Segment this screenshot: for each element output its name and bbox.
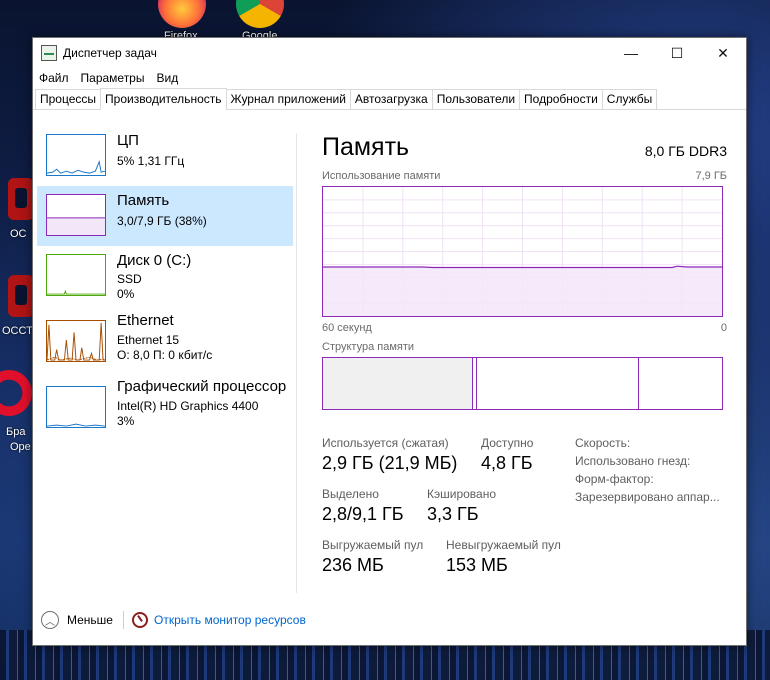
window-controls: — ☐ ✕: [608, 38, 746, 68]
firefox-icon[interactable]: [158, 0, 206, 28]
resource-name: Графический процессор: [117, 378, 287, 395]
desktop-label: ОС: [10, 228, 27, 240]
in-use-label: Используется (сжатая): [322, 436, 449, 450]
graph-time-right: 0: [720, 322, 727, 334]
tab-users[interactable]: Пользователи: [431, 89, 521, 109]
footer-bar: ︿ Меньше Открыть монитор ресурсов: [33, 595, 746, 645]
gpu-thumbnail: [46, 386, 106, 428]
chrome-icon[interactable]: [236, 0, 284, 28]
usage-graph-max: 7,9 ГБ: [695, 170, 727, 182]
minimize-button[interactable]: —: [608, 38, 654, 68]
hardware-reserved-label: Зарезервировано аппар...: [575, 490, 720, 504]
resource-detail: Ethernet 15: [117, 333, 180, 347]
panel-splitter[interactable]: [296, 133, 297, 593]
resource-name: ЦП: [117, 132, 139, 149]
available-value: 4,8 ГБ: [481, 453, 533, 473]
tab-services[interactable]: Службы: [601, 89, 658, 109]
form-factor-label: Форм-фактор:: [575, 472, 654, 486]
resource-detail: Intel(R) HD Graphics 4400: [117, 399, 259, 413]
graph-usage-area: [323, 266, 722, 316]
cached-value: 3,3 ГБ: [427, 504, 479, 524]
resource-item-ethernet[interactable]: Ethernet Ethernet 15 О: 8,0 П: 0 кбит/с: [37, 312, 293, 372]
resource-name: Диск 0 (C:): [117, 252, 192, 269]
tab-bar: Процессы Производительность Журнал прило…: [33, 88, 746, 110]
footer-divider: [122, 611, 124, 629]
tab-details[interactable]: Подробности: [519, 89, 603, 109]
resource-name: Память: [117, 192, 170, 209]
resource-item-disk[interactable]: Диск 0 (C:) SSD 0%: [37, 246, 293, 306]
paged-pool-label: Выгружаемый пул: [322, 538, 424, 552]
resource-item-gpu[interactable]: Графический процессор Intel(R) HD Graphi…: [37, 378, 293, 438]
tab-startup[interactable]: Автозагрузка: [349, 89, 433, 109]
in-use-value: 2,9 ГБ (21,9 МБ): [322, 453, 458, 473]
resource-item-cpu[interactable]: ЦП 5% 1,31 ГГц: [37, 126, 293, 186]
tab-performance[interactable]: Производительность: [100, 88, 227, 110]
menu-bar: Файл Параметры Вид: [33, 68, 746, 88]
nonpaged-pool-value: 153 МБ: [446, 555, 508, 575]
memory-spec: 8,0 ГБ DDR3: [644, 143, 727, 159]
opera-icon[interactable]: [0, 370, 32, 416]
task-manager-icon: [41, 45, 57, 61]
resource-name: Ethernet: [117, 312, 174, 329]
composition-in-use: [323, 358, 473, 409]
resource-detail: SSD: [117, 272, 142, 286]
resource-list: ЦП 5% 1,31 ГГц Память 3,0/7,9 ГБ (38%) Д…: [33, 110, 296, 585]
slots-used-label: Использовано гнезд:: [575, 454, 691, 468]
disk-thumbnail: [46, 254, 106, 296]
composition-free: [639, 358, 722, 409]
composition-standby: [477, 358, 639, 409]
committed-label: Выделено: [322, 487, 379, 501]
speed-label: Скорость:: [575, 436, 631, 450]
desktop-label: Ope: [10, 441, 31, 453]
fewer-details-link[interactable]: Меньше: [67, 613, 113, 627]
occt-logo[interactable]: [8, 178, 34, 220]
menu-view[interactable]: Вид: [156, 71, 178, 85]
usage-graph-label: Использование памяти: [322, 170, 441, 182]
window-title: Диспетчер задач: [63, 46, 157, 60]
occt-logo-2[interactable]: [8, 275, 34, 317]
tab-app-history[interactable]: Журнал приложений: [225, 89, 351, 109]
menu-file[interactable]: Файл: [39, 71, 69, 85]
desktop-label: Бра: [6, 426, 26, 438]
panel-title: Память: [322, 133, 410, 161]
memory-thumbnail: [46, 194, 106, 236]
structure-label: Структура памяти: [322, 341, 415, 353]
resource-item-memory[interactable]: Память 3,0/7,9 ГБ (38%): [37, 186, 293, 246]
menu-options[interactable]: Параметры: [81, 71, 145, 85]
tab-processes[interactable]: Процессы: [35, 89, 102, 109]
resource-detail-2: 0%: [117, 287, 135, 301]
graph-time-left: 60 секунд: [322, 322, 372, 334]
desktop-label: ОССТ: [2, 325, 33, 337]
paged-pool-value: 236 МБ: [322, 555, 384, 575]
open-resource-monitor-link[interactable]: Открыть монитор ресурсов: [154, 613, 306, 627]
cached-label: Кэшировано: [427, 487, 497, 501]
title-bar[interactable]: Диспетчер задач — ☐ ✕: [33, 38, 746, 68]
committed-value: 2,8/9,1 ГБ: [322, 504, 404, 524]
chevron-up-icon[interactable]: ︿: [41, 611, 59, 629]
resource-detail: 3,0/7,9 ГБ (38%): [117, 214, 207, 228]
available-label: Доступно: [481, 436, 534, 450]
task-manager-window: Диспетчер задач — ☐ ✕ Файл Параметры Вид…: [32, 37, 747, 646]
memory-usage-graph: [322, 186, 723, 317]
nonpaged-pool-label: Невыгружаемый пул: [446, 538, 561, 552]
resource-detail-2: 3%: [117, 414, 135, 428]
resource-detail: 5% 1,31 ГГц: [117, 154, 185, 168]
close-button[interactable]: ✕: [700, 38, 746, 68]
memory-composition-bar: [322, 357, 723, 410]
cpu-thumbnail: [46, 134, 106, 176]
resource-monitor-icon[interactable]: [131, 612, 148, 628]
ethernet-thumbnail: [46, 320, 106, 362]
maximize-button[interactable]: ☐: [654, 38, 700, 68]
resource-detail-2: О: 8,0 П: 0 кбит/с: [117, 348, 213, 362]
